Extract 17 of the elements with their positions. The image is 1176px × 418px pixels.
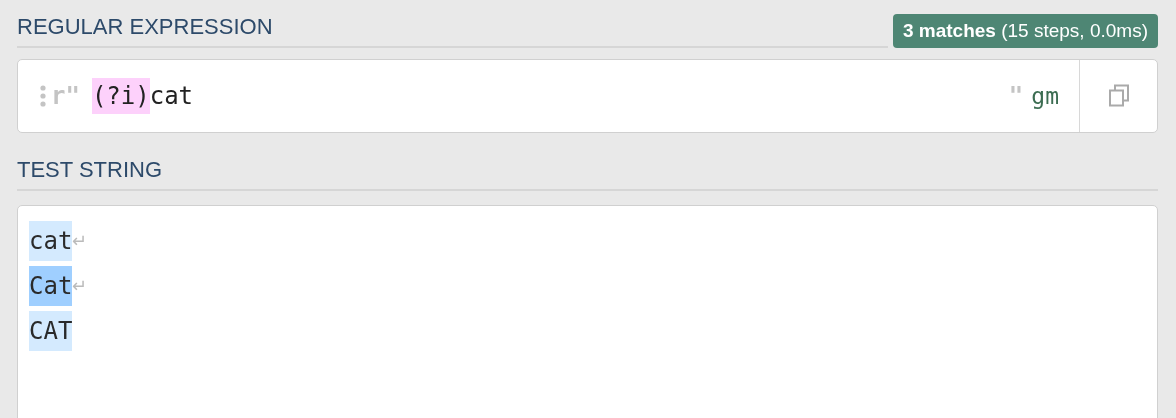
- flag-group-token: (?i): [91, 78, 150, 114]
- match-highlight: cat: [29, 220, 73, 261]
- regex-input-field[interactable]: r" (?i)cat " gm: [17, 59, 1158, 133]
- line-break-mark: ↵: [72, 229, 88, 252]
- match-highlight: CAT: [29, 310, 73, 351]
- section-title: REGULAR EXPRESSION: [17, 14, 273, 39]
- open-delimiter: r": [51, 82, 80, 110]
- pattern-text: cat: [149, 81, 194, 112]
- line-break-mark: ↵: [72, 274, 88, 297]
- match-info-badge: 3 matches (15 steps, 0.0ms): [893, 14, 1158, 48]
- section-title: TEST STRING: [17, 157, 163, 182]
- test-string-field[interactable]: cat↵ Cat↵ CAT: [17, 205, 1158, 418]
- match-highlight: Cat: [29, 265, 73, 306]
- drag-handle-icon[interactable]: [40, 85, 46, 107]
- copy-icon: [1107, 84, 1130, 108]
- regex-flags[interactable]: gm: [1031, 83, 1059, 109]
- close-delimiter: ": [1008, 82, 1024, 110]
